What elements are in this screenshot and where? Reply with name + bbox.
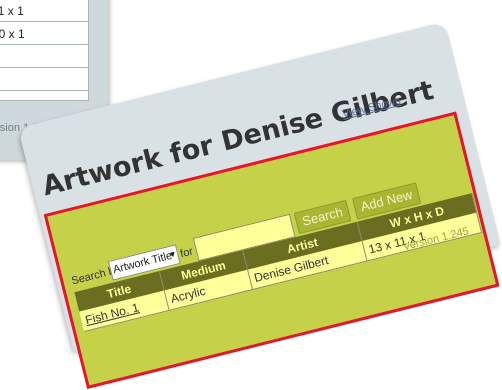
table-row: 10 x 1 [0, 23, 88, 45]
table-row [0, 46, 88, 68]
table-row [0, 69, 88, 91]
artwork-table: Title Medium Artist W x H x D Fish No. 1… [74, 193, 483, 333]
background-cell: 11 x 1 [0, 4, 24, 18]
background-table: 11 x 1 10 x 1 [0, 0, 89, 101]
for-label: for [178, 245, 195, 261]
table-row: 11 x 1 [0, 0, 88, 22]
background-cell: 10 x 1 [0, 27, 25, 41]
table-header-row: Title Medium Artist W x H x D [74, 193, 478, 312]
